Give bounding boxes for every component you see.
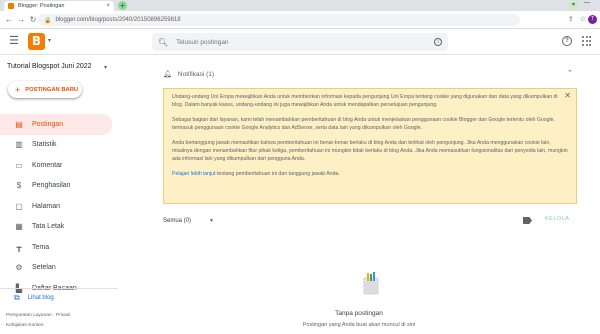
bell-icon: 🔔︎	[163, 71, 172, 78]
posts-icon: ▤	[15, 119, 23, 129]
tab-search-icon[interactable]: ▾	[569, 1, 578, 10]
toolbar-icons: ⇪ ☆	[568, 15, 586, 23]
footer-links: Persyaratan Layanan · Privasi Kebijakan …	[6, 311, 70, 331]
search-input[interactable]	[176, 38, 434, 46]
lock-icon[interactable]: 🔒	[44, 17, 51, 24]
sidebar-item-label: Tema	[32, 243, 50, 251]
sidebar-item-label: Postingan	[32, 120, 64, 128]
sidebar-item-theme[interactable]: ┳ Tema	[0, 237, 118, 258]
earnings-icon: $	[16, 181, 22, 191]
comments-icon: ▭	[15, 160, 23, 170]
share-icon[interactable]: ⇪	[568, 15, 574, 23]
notice-paragraph: Anda bertanggung jawab memastikan bahwa …	[172, 140, 568, 162]
filter-label: Semua (0)	[163, 218, 192, 224]
sidebar-item-posts[interactable]: ▤ Postingan	[0, 114, 112, 135]
bookmark-star-icon[interactable]: ☆	[580, 15, 586, 23]
main-content: 🔔︎ Notifikasi (1) ⌃ ✕ Undang-undang Uni …	[118, 55, 600, 334]
sidebar-divider	[0, 288, 118, 289]
sidebar-item-settings[interactable]: ⚙ Setelan	[0, 258, 118, 279]
theme-icon: ┳	[16, 242, 22, 252]
blog-title[interactable]: Tutorial Blogspot Juni 2022	[7, 63, 92, 70]
privacy-link[interactable]: Privasi	[56, 313, 70, 318]
plus-icon: +	[15, 84, 21, 95]
empty-state-title: Tanpa postingan	[335, 310, 383, 317]
sidebar-item-label: Halaman	[32, 202, 61, 210]
menu-icon[interactable]: ☰	[9, 36, 19, 47]
chevron-down-icon: ▼	[209, 218, 214, 224]
sidebar-item-label: Statistik	[32, 141, 57, 149]
reload-icon[interactable]: ↻	[28, 15, 38, 24]
tab-title: Blogger: Postingan	[18, 3, 65, 9]
sidebar-item-layout[interactable]: ▦ Tata Letak	[0, 217, 118, 238]
external-link-icon: ⧉	[14, 293, 20, 302]
footer-separator: ·	[52, 313, 55, 318]
settings-icon: ⚙	[15, 263, 23, 273]
sidebar-item-label: Setelan	[32, 264, 56, 272]
tab-close-icon[interactable]: ×	[106, 3, 110, 9]
profile-avatar[interactable]: T	[588, 15, 597, 24]
layout-icon: ▦	[15, 222, 23, 232]
sidebar-item-label: Tata Letak	[32, 223, 65, 231]
close-icon[interactable]: ✕	[564, 92, 571, 100]
empty-state-subtitle: Postingan yang Anda buat akan muncul di …	[302, 322, 416, 328]
sidebar-item-earnings[interactable]: $ Penghasilan	[0, 176, 118, 197]
stats-icon: ▥	[15, 140, 23, 150]
pages-icon: ▢	[15, 201, 23, 211]
blogger-logo[interactable]: B	[28, 33, 45, 50]
view-blog-link[interactable]: ⧉ Lihat blog	[14, 293, 54, 303]
new-post-label: POSTINGAN BARU	[25, 86, 79, 93]
notifications-label: Notifikasi (1)	[177, 70, 215, 78]
manage-button[interactable]: KELOLA	[545, 216, 569, 222]
new-post-button[interactable]: + POSTINGAN BARU	[8, 81, 82, 98]
sidebar-item-label: Penghasilan	[32, 182, 71, 190]
sidebar-nav: ▤ Postingan ▥ Statistik ▭ Komentar $ Pen…	[0, 114, 118, 299]
blog-selector-chevron-icon[interactable]: ▾	[104, 64, 107, 71]
url-text[interactable]: blogger.com/blog/posts/2040/201508962598…	[55, 17, 514, 23]
sidebar-item-label: Komentar	[32, 161, 63, 169]
forward-icon[interactable]: →	[16, 15, 26, 24]
app-header: ☰ B ▾ 🔍︎ i ?	[0, 29, 600, 55]
label-icon[interactable]	[523, 217, 532, 224]
view-blog-label: Lihat blog	[27, 295, 54, 301]
empty-posts-illustration	[363, 272, 379, 295]
content-policy-link[interactable]: Kebijakan Konten	[6, 323, 44, 328]
sidebar-item-comments[interactable]: ▭ Komentar	[0, 155, 118, 176]
learn-more-rest: tentang pemberitahuan ini dan tanggung j…	[215, 171, 340, 178]
cookie-notice: ✕ Undang-undang Uni Eropa mewajibkan And…	[163, 88, 577, 204]
window-minimize-button[interactable]: —	[584, 0, 590, 6]
sidebar: Tutorial Blogspot Juni 2022 ▾ + POSTINGA…	[0, 55, 118, 334]
sidebar-item-stats[interactable]: ▥ Statistik	[0, 135, 118, 156]
blogger-favicon-icon	[8, 3, 14, 9]
new-tab-button[interactable]: +	[118, 1, 127, 10]
learn-more-link[interactable]: Pelajari lebih lanjut	[172, 171, 216, 177]
search-help-icon[interactable]: i	[434, 38, 442, 46]
chevron-up-icon[interactable]: ⌃	[567, 69, 573, 77]
search-icon[interactable]: 🔍︎	[158, 38, 168, 47]
address-bar[interactable]: 🔒 blogger.com/blog/posts/2040/2015089625…	[38, 14, 520, 26]
search-bar[interactable]: 🔍︎ i	[152, 33, 448, 51]
help-icon[interactable]: ?	[562, 36, 572, 46]
notice-learn-more: Pelajari lebih lanjut tentang pemberitah…	[172, 171, 568, 179]
sidebar-item-pages[interactable]: ▢ Halaman	[0, 196, 118, 217]
terms-link[interactable]: Persyaratan Layanan	[6, 313, 52, 318]
browser-toolbar: ← → ↻ 🔒 blogger.com/blog/posts/2040/2015…	[0, 11, 600, 29]
posts-filter-bar: Semua (0) ▼ KELOLA	[163, 213, 577, 229]
notice-paragraph: Sebagai bagian dari layanan, kami telah …	[172, 117, 555, 131]
back-icon[interactable]: ←	[4, 15, 14, 24]
notifications-header[interactable]: 🔔︎ Notifikasi (1)	[163, 70, 215, 79]
google-apps-icon[interactable]	[582, 36, 592, 46]
browser-tab[interactable]: Blogger: Postingan ×	[4, 1, 114, 11]
posts-filter-select[interactable]: Semua (0) ▼	[163, 218, 214, 224]
chevron-down-icon[interactable]: ▾	[48, 37, 51, 44]
notice-paragraph: Undang-undang Uni Eropa mewajibkan Anda …	[172, 94, 558, 108]
browser-tab-strip: Blogger: Postingan × + ▾ —	[0, 0, 600, 11]
